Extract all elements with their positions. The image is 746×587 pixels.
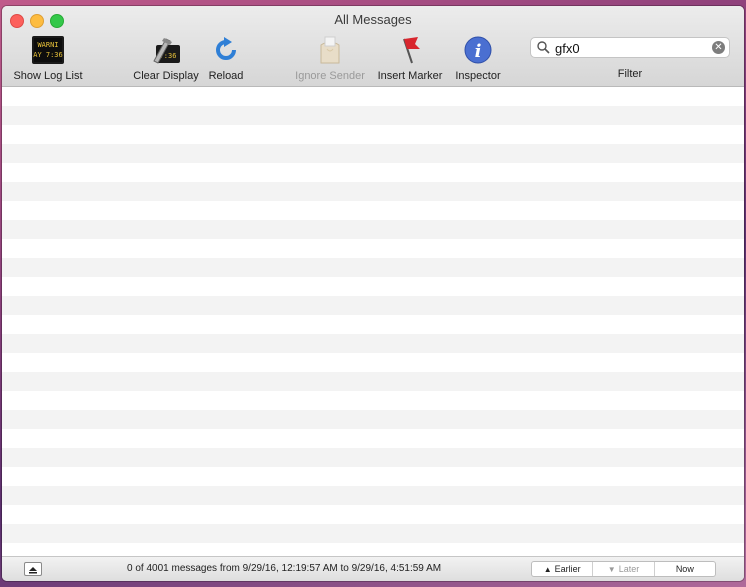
ignore-sender-label: Ignore Sender [295,70,365,82]
down-arrow-icon: ▼ [607,565,616,574]
search-icon [537,41,550,54]
search-field[interactable]: gfx0 ✕ [530,37,730,58]
ignore-sender-button[interactable]: Ignore Sender [292,34,368,82]
inspector-button[interactable]: i Inspector [450,34,506,82]
navigation-buttons: ▲ Earlier ▼ Later Now [531,561,716,577]
status-bar: 0 of 4001 messages from 9/29/16, 12:19:5… [2,556,744,581]
reload-icon [216,37,236,60]
up-arrow-icon: ▲ [543,565,552,574]
now-label: Now [675,564,694,574]
insert-marker-button[interactable]: Insert Marker [374,34,446,82]
clear-display-label: Clear Display [133,70,199,82]
earlier-label: Earlier [554,564,581,574]
insert-marker-label: Insert Marker [377,70,443,82]
svg-text:WARNI: WARNI [37,41,58,49]
flag-icon [403,37,420,64]
window-title: All Messages [334,12,412,27]
later-label: Later [618,564,640,574]
log-list-icon: WARNI AY 7:36 [32,36,64,64]
inspector-label: Inspector [455,70,501,82]
status-message: 0 of 4001 messages from 9/29/16, 12:19:5… [127,563,442,574]
later-button[interactable]: ▼ Later [593,562,655,576]
clear-display-icon: 7:36 [153,38,180,64]
now-button[interactable]: Now [655,562,715,576]
reload-label: Reload [208,70,244,82]
earlier-button[interactable]: ▲ Earlier [532,562,594,576]
svg-text:i: i [475,41,482,62]
clear-search-icon[interactable]: ✕ [712,41,725,54]
reload-button[interactable]: Reload [206,34,246,82]
svg-text:AY 7:36: AY 7:36 [33,51,63,59]
message-list[interactable] [2,87,744,557]
toggle-sidebar-button[interactable] [24,562,42,576]
clear-display-button[interactable]: 7:36 Clear Display [130,34,202,82]
filter-label: Filter [617,68,643,80]
search-input[interactable]: gfx0 [555,41,580,56]
console-window: All Messages WARNI AY 7:36 Show Log List… [2,6,744,581]
eject-icon [29,567,37,574]
show-log-list-button[interactable]: WARNI AY 7:36 Show Log List [10,34,86,82]
info-icon: i [464,36,492,64]
ignore-sender-icon [320,36,340,64]
toolbar: All Messages WARNI AY 7:36 Show Log List… [2,6,744,87]
show-log-list-label: Show Log List [13,70,83,82]
